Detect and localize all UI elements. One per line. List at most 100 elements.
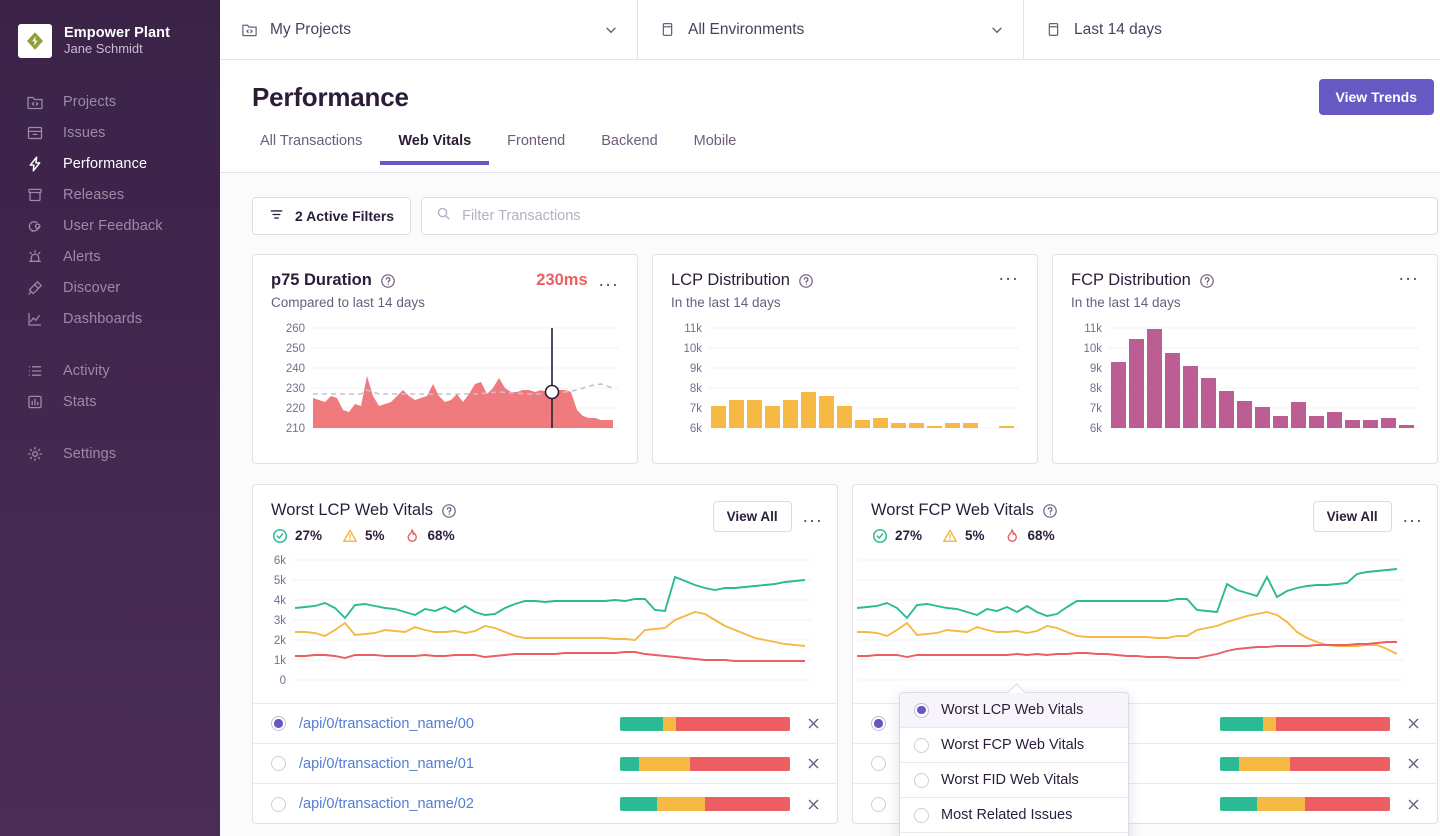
dropdown-radio[interactable] (914, 772, 929, 788)
dropdown-item-most-related-issues[interactable]: Most Related Issues (900, 798, 1128, 833)
table-row[interactable]: /api/0/transaction_name/01 (253, 744, 837, 784)
transaction-name-link[interactable]: /api/0/transaction_name/02 (299, 796, 474, 812)
card-header-right: ... (999, 265, 1019, 284)
dropdown-item-worst-lcp-web-vitals[interactable]: Worst LCP Web Vitals (900, 693, 1128, 728)
help-icon[interactable] (798, 273, 814, 289)
card-menu-button[interactable]: ... (999, 265, 1019, 284)
nav-divider-1 (0, 334, 220, 355)
help-icon[interactable] (380, 273, 396, 289)
search-input[interactable] (462, 208, 1423, 224)
card-menu-button[interactable]: ... (1399, 265, 1419, 284)
main-area: My Projects All Environments Last 14 day… (220, 0, 1440, 836)
worst-fcp-view-all-button[interactable]: View All (1312, 501, 1392, 532)
worst-lcp-poor-pct: 68% (427, 528, 455, 543)
dropdown-radio[interactable] (914, 807, 929, 823)
row-radio[interactable] (871, 716, 886, 731)
sidebar-item-settings[interactable]: Settings (0, 438, 220, 469)
transaction-name-link[interactable]: /api/0/transaction_name/01 (299, 756, 474, 772)
svg-text:3k: 3k (274, 615, 286, 627)
sidebar-item-discover[interactable]: Discover (0, 272, 220, 303)
sidebar-item-projects[interactable]: Projects (0, 86, 220, 117)
row-radio[interactable] (271, 716, 286, 731)
worst-fcp-meh-pct: 5% (965, 528, 985, 543)
fcp-distribution-subtitle: In the last 14 days (1071, 295, 1181, 310)
tab-frontend[interactable]: Frontend (489, 133, 583, 165)
help-icon[interactable] (1199, 273, 1215, 289)
close-icon[interactable] (1403, 716, 1423, 731)
org-name: Empower Plant (64, 24, 171, 41)
card-menu-button[interactable]: ... (599, 271, 619, 290)
dropdown-radio[interactable] (914, 737, 929, 753)
vitals-distribution-bar (1220, 797, 1390, 811)
worst-lcp-menu-button[interactable]: ... (803, 507, 823, 526)
sidebar-item-issues[interactable]: Issues (0, 117, 220, 148)
help-icon[interactable] (1042, 503, 1058, 519)
calendar-icon (1044, 21, 1062, 39)
date-range-selector[interactable]: Last 14 days (1024, 0, 1440, 59)
worst-lcp-web-vitals-card: Worst LCP Web Vitals 27% 5% 68% View All… (252, 484, 838, 824)
lcp-distribution-svg: 11k 10k 9k 8k 7k 6k (683, 323, 1019, 435)
svg-text:7k: 7k (690, 403, 702, 415)
warning-triangle-icon (941, 527, 958, 544)
dropdown-item-worst-fid-web-vitals[interactable]: Worst FID Web Vitals (900, 763, 1128, 798)
vitals-distribution-bar (1220, 756, 1390, 771)
card-header-right: View All ... (712, 501, 823, 532)
card-header: p75 Duration Compared to last 14 days 23… (271, 271, 619, 311)
help-icon[interactable] (441, 503, 457, 519)
filter-row: 2 Active Filters (252, 197, 1438, 235)
org-user-name: Jane Schmidt (64, 41, 143, 57)
dropdown-radio[interactable] (914, 702, 929, 718)
close-icon[interactable] (803, 716, 823, 731)
sidebar-item-performance[interactable]: Performance (0, 148, 220, 179)
worst-lcp-view-all-button[interactable]: View All (712, 501, 792, 532)
sidebar-item-dashboards[interactable]: Dashboards (0, 303, 220, 334)
date-range-selector-label: Last 14 days (1074, 20, 1162, 38)
worst-fcp-poor-pct: 68% (1027, 528, 1055, 543)
row-radio[interactable] (871, 796, 886, 812)
project-selector[interactable]: My Projects (220, 0, 638, 59)
p75-area-current (313, 376, 613, 428)
user-feedback-icon (25, 216, 45, 236)
tab-all-transactions[interactable]: All Transactions (252, 133, 380, 165)
dropdown-item-label: Worst LCP Web Vitals (941, 702, 1084, 718)
dropdown-item-worst-fcp-web-vitals[interactable]: Worst FCP Web Vitals (900, 728, 1128, 763)
close-icon[interactable] (803, 756, 823, 771)
svg-text:210: 210 (286, 423, 305, 435)
table-row[interactable]: /api/0/transaction_name/00 (253, 704, 837, 744)
sidebar: Empower Plant Jane Schmidt Projects Issu… (0, 0, 220, 836)
close-icon[interactable] (803, 797, 823, 812)
svg-text:8k: 8k (1090, 383, 1102, 395)
worst-fcp-series-red (857, 641, 1397, 659)
row-radio[interactable] (271, 756, 286, 771)
card-title-group: LCP Distribution (671, 271, 814, 290)
sidebar-item-releases[interactable]: Releases (0, 179, 220, 210)
card-title-group: Worst FCP Web Vitals (871, 501, 1058, 520)
environment-selector[interactable]: All Environments (638, 0, 1024, 59)
check-circle-icon (871, 527, 888, 544)
view-trends-button[interactable]: View Trends (1318, 79, 1434, 115)
worst-lcp-title: Worst LCP Web Vitals (271, 501, 434, 519)
lcp-bars (711, 392, 1014, 428)
sidebar-item-user-feedback[interactable]: User Feedback (0, 210, 220, 241)
tab-web-vitals[interactable]: Web Vitals (380, 133, 490, 165)
sidebar-item-alerts[interactable]: Alerts (0, 241, 220, 272)
worst-fcp-menu-button[interactable]: ... (1403, 507, 1423, 526)
sidebar-item-stats[interactable]: Stats (0, 386, 220, 417)
search-box[interactable] (421, 197, 1438, 235)
active-filters-button[interactable]: 2 Active Filters (252, 197, 412, 235)
table-row[interactable]: /api/0/transaction_name/02 (253, 784, 837, 824)
row-radio[interactable] (871, 756, 886, 771)
tab-backend[interactable]: Backend (583, 133, 675, 165)
row-radio[interactable] (271, 796, 286, 812)
fire-icon (404, 527, 421, 544)
card-header-right: 230ms ... (536, 271, 619, 290)
worst-fcp-vital-badges: 27% 5% 68% (871, 527, 1058, 544)
worst-lcp-chart: 6k 5k 4k 3k 2k 1k 0 (253, 544, 837, 703)
chart-hover-point[interactable] (544, 384, 560, 400)
transaction-name-link[interactable]: /api/0/transaction_name/00 (299, 716, 474, 732)
tab-mobile[interactable]: Mobile (676, 133, 755, 165)
sidebar-item-activity[interactable]: Activity (0, 355, 220, 386)
close-icon[interactable] (1403, 756, 1423, 771)
org-header[interactable]: Empower Plant Jane Schmidt (0, 0, 220, 66)
close-icon[interactable] (1403, 797, 1423, 812)
